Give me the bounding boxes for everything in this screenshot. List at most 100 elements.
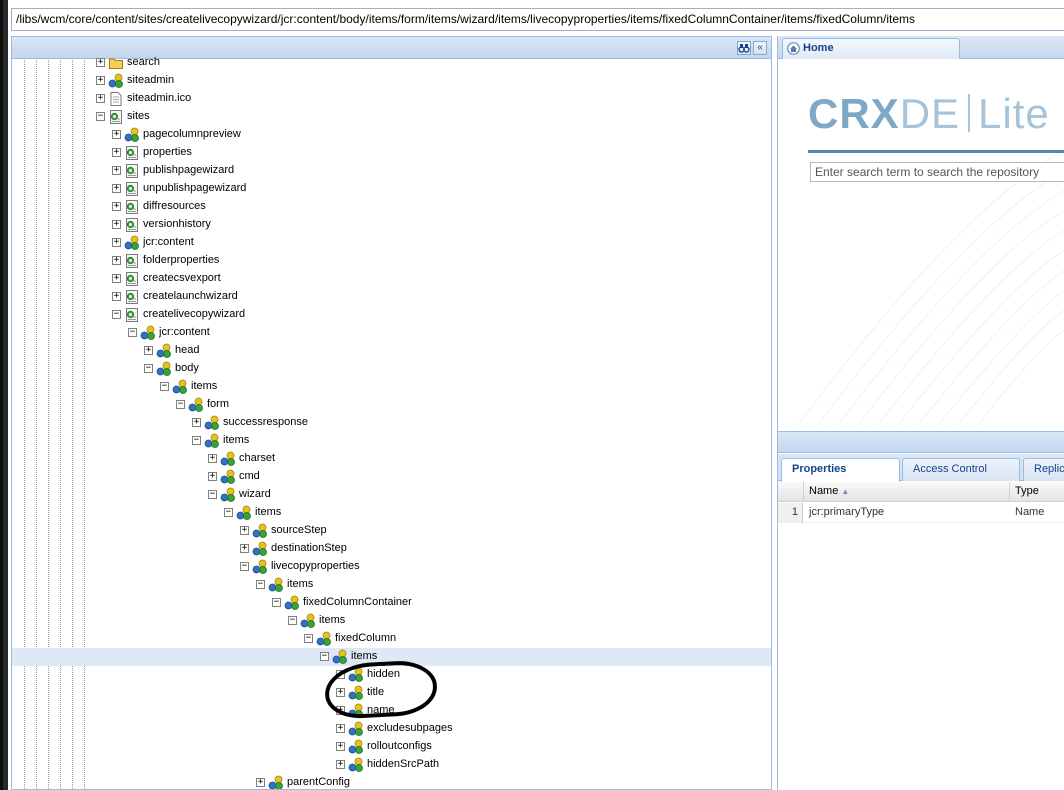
- property-name: jcr:primaryType: [809, 506, 885, 518]
- expand-icon[interactable]: +: [112, 238, 121, 247]
- tree-node[interactable]: − items: [12, 612, 771, 630]
- node-icon: [204, 433, 220, 449]
- collapse-icon[interactable]: −: [176, 400, 185, 409]
- tree-node[interactable]: + jcr:content: [12, 234, 771, 252]
- tree-node[interactable]: + versionhistory: [12, 216, 771, 234]
- tree-node[interactable]: − createlivecopywizard: [12, 306, 771, 324]
- tree-node[interactable]: + successresponse: [12, 414, 771, 432]
- tree-node[interactable]: + destinationStep: [12, 540, 771, 558]
- node-icon: [348, 739, 364, 755]
- expand-icon[interactable]: +: [112, 292, 121, 301]
- tree-node[interactable]: − fixedColumn: [12, 630, 771, 648]
- collapse-icon[interactable]: −: [144, 364, 153, 373]
- collapse-icon[interactable]: −: [304, 634, 313, 643]
- collapse-icon[interactable]: −: [112, 310, 121, 319]
- tree-node[interactable]: − livecopyproperties: [12, 558, 771, 576]
- expand-icon[interactable]: +: [336, 724, 345, 733]
- table-row[interactable]: 1 jcr:primaryType Name: [778, 503, 1064, 523]
- tree-node-label: createlivecopywizard: [143, 308, 246, 320]
- tree-node-label: items: [223, 434, 250, 446]
- tree-node[interactable]: + unpublishpagewizard: [12, 180, 771, 198]
- expand-icon[interactable]: +: [336, 742, 345, 751]
- tree-node-label: items: [255, 506, 282, 518]
- expand-icon[interactable]: +: [144, 346, 153, 355]
- expand-icon[interactable]: +: [256, 778, 265, 787]
- tree-node[interactable]: − form: [12, 396, 771, 414]
- tree-node[interactable]: − items: [12, 576, 771, 594]
- page-node-icon: [124, 145, 140, 161]
- node-icon: [348, 757, 364, 773]
- tree-node[interactable]: − items: [12, 432, 771, 450]
- tree-node[interactable]: + publishpagewizard: [12, 162, 771, 180]
- tree-node[interactable]: + excludesubpages: [12, 720, 771, 738]
- tree-node[interactable]: + siteadmin.ico: [12, 90, 771, 108]
- collapse-icon[interactable]: −: [288, 616, 297, 625]
- collapse-icon[interactable]: −: [224, 508, 233, 517]
- expand-icon[interactable]: +: [96, 58, 105, 67]
- expand-icon[interactable]: +: [96, 94, 105, 103]
- collapse-icon[interactable]: −: [256, 580, 265, 589]
- collapse-icon[interactable]: −: [96, 112, 105, 121]
- expand-icon[interactable]: +: [112, 166, 121, 175]
- expand-icon[interactable]: +: [240, 544, 249, 553]
- logo-lite-text: Lite: [978, 90, 1050, 137]
- tab-replication[interactable]: Replication: [1023, 458, 1064, 481]
- node-icon: [156, 343, 172, 359]
- expand-icon[interactable]: +: [112, 256, 121, 265]
- tree-node[interactable]: − fixedColumnContainer: [12, 594, 771, 612]
- tree-node[interactable]: − wizard: [12, 486, 771, 504]
- expand-icon[interactable]: +: [192, 418, 201, 427]
- column-header-type[interactable]: Type: [1009, 482, 1064, 502]
- expand-icon[interactable]: +: [112, 220, 121, 229]
- page-node-icon: [108, 109, 124, 125]
- expand-icon[interactable]: +: [112, 148, 121, 157]
- tree-node[interactable]: + charset: [12, 450, 771, 468]
- collapse-icon[interactable]: −: [240, 562, 249, 571]
- tree-node[interactable]: + pagecolumnpreview: [12, 126, 771, 144]
- tree-node[interactable]: + createlaunchwizard: [12, 288, 771, 306]
- tree-node[interactable]: + cmd: [12, 468, 771, 486]
- expand-icon[interactable]: +: [112, 274, 121, 283]
- collapse-icon[interactable]: −: [160, 382, 169, 391]
- collapse-icon[interactable]: −: [128, 328, 137, 337]
- tree-node[interactable]: + parentConfig: [12, 774, 771, 789]
- expand-icon[interactable]: +: [96, 76, 105, 85]
- tree-node[interactable]: + createcsvexport: [12, 270, 771, 288]
- tree-node[interactable]: + sourceStep: [12, 522, 771, 540]
- tree-node[interactable]: + hiddenSrcPath: [12, 756, 771, 774]
- expand-icon[interactable]: +: [112, 130, 121, 139]
- row-number: 1: [778, 503, 803, 523]
- tree-node[interactable]: + rolloutconfigs: [12, 738, 771, 756]
- tab-properties[interactable]: Properties: [781, 458, 900, 482]
- expand-icon[interactable]: +: [112, 184, 121, 193]
- collapse-icon[interactable]: −: [208, 490, 217, 499]
- expand-icon[interactable]: +: [240, 526, 249, 535]
- tree-node[interactable]: + diffresources: [12, 198, 771, 216]
- column-header-name[interactable]: Name ▲: [803, 482, 1009, 502]
- tree-node[interactable]: + siteadmin: [12, 72, 771, 90]
- tab-home[interactable]: Home: [782, 38, 960, 59]
- tree-node[interactable]: + head: [12, 342, 771, 360]
- page-node-icon: [124, 307, 140, 323]
- expand-icon[interactable]: +: [208, 472, 217, 481]
- collapse-icon[interactable]: −: [272, 598, 281, 607]
- tree-node[interactable]: + folderproperties: [12, 252, 771, 270]
- expand-icon[interactable]: +: [208, 454, 217, 463]
- tree-node[interactable]: − body: [12, 360, 771, 378]
- tree-node-label: unpublishpagewizard: [143, 182, 247, 194]
- path-bar-input[interactable]: /libs/wcm/core/content/sites/createlivec…: [11, 8, 1064, 31]
- expand-icon[interactable]: +: [112, 202, 121, 211]
- repository-search-input[interactable]: Enter search term to search the reposito…: [810, 162, 1064, 182]
- tree-node[interactable]: − sites: [12, 108, 771, 126]
- tree-node[interactable]: − items: [12, 504, 771, 522]
- node-icon: [156, 361, 172, 377]
- tree-node-label: body: [175, 362, 199, 374]
- tab-access-control[interactable]: Access Control: [902, 458, 1020, 481]
- tree-node[interactable]: − jcr:content: [12, 324, 771, 342]
- expand-icon[interactable]: +: [336, 760, 345, 769]
- tree-node[interactable]: + search: [12, 54, 771, 72]
- tree-node[interactable]: − items: [12, 378, 771, 396]
- collapse-icon[interactable]: −: [192, 436, 201, 445]
- collapse-icon[interactable]: −: [320, 652, 329, 661]
- tree-node[interactable]: + properties: [12, 144, 771, 162]
